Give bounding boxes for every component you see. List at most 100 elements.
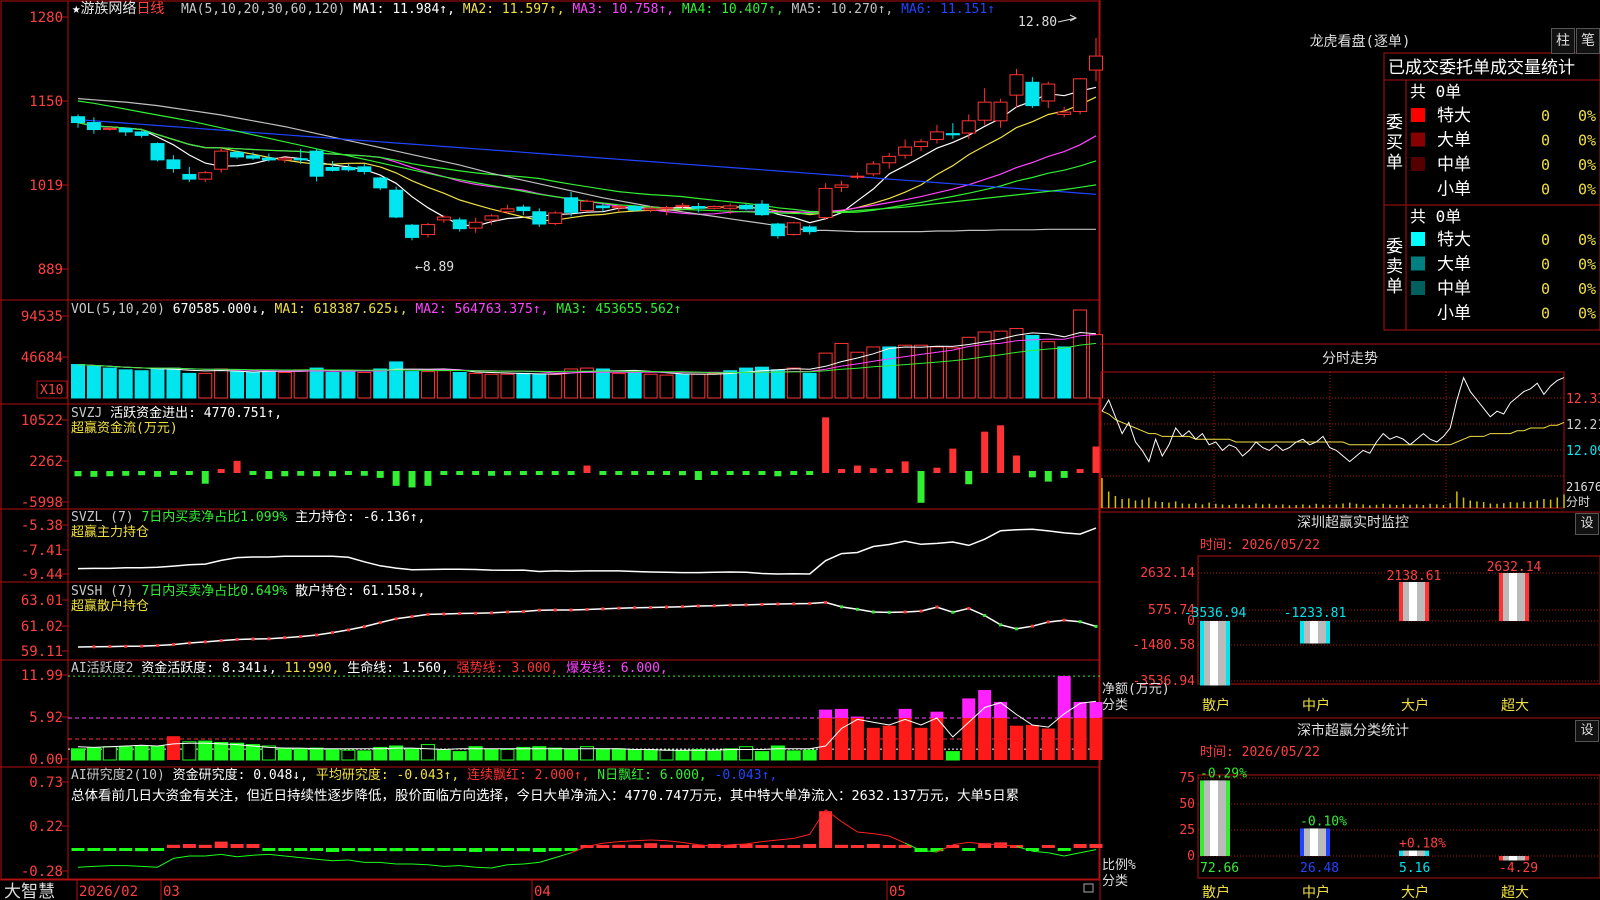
activity-bar[interactable] bbox=[564, 749, 579, 761]
flow-bar[interactable] bbox=[138, 471, 146, 476]
research-bar[interactable] bbox=[675, 845, 689, 848]
flow-bar[interactable] bbox=[185, 471, 193, 475]
volume-bar[interactable] bbox=[882, 346, 897, 399]
volume-bar[interactable] bbox=[405, 371, 420, 399]
flow-bar[interactable] bbox=[408, 471, 416, 488]
activity-bar[interactable] bbox=[786, 750, 801, 761]
candle-body[interactable] bbox=[532, 211, 547, 225]
candle-body[interactable] bbox=[659, 207, 674, 210]
candle-body[interactable] bbox=[389, 189, 404, 218]
flow-bar[interactable] bbox=[949, 448, 957, 473]
flow-bar[interactable] bbox=[344, 471, 352, 475]
activity-bar-top[interactable] bbox=[819, 709, 833, 718]
research-bar[interactable] bbox=[548, 848, 562, 852]
volume-bar[interactable] bbox=[71, 364, 85, 399]
activity-bar[interactable] bbox=[309, 747, 324, 761]
volume-bar[interactable] bbox=[548, 373, 563, 399]
research-bar[interactable] bbox=[453, 848, 467, 851]
volume-bar[interactable] bbox=[945, 347, 960, 399]
research-bar[interactable] bbox=[373, 848, 387, 851]
volume-bar[interactable] bbox=[993, 330, 1008, 399]
candle-body[interactable] bbox=[595, 205, 610, 209]
flow-bar[interactable] bbox=[90, 471, 98, 477]
flow-bar[interactable] bbox=[631, 471, 639, 475]
activity-bar[interactable] bbox=[1089, 718, 1103, 760]
flow-bar[interactable] bbox=[981, 431, 989, 473]
candle-body[interactable] bbox=[341, 166, 356, 171]
flow-bar[interactable] bbox=[710, 471, 718, 475]
flow-bar[interactable] bbox=[742, 471, 750, 475]
volume-bar[interactable] bbox=[277, 371, 292, 399]
activity-bar[interactable] bbox=[739, 746, 754, 761]
volume-bar[interactable] bbox=[1025, 335, 1040, 399]
flow-bar[interactable] bbox=[774, 471, 782, 477]
candle-body[interactable] bbox=[86, 122, 101, 131]
volume-bar[interactable] bbox=[818, 352, 833, 399]
research-bar[interactable] bbox=[835, 844, 848, 848]
flow-bar[interactable] bbox=[551, 471, 559, 475]
candle-body[interactable] bbox=[1041, 83, 1056, 102]
candle-body[interactable] bbox=[961, 120, 976, 134]
activity-bar[interactable] bbox=[930, 718, 944, 760]
volume-bar[interactable] bbox=[786, 367, 801, 399]
research-bar[interactable] bbox=[1057, 848, 1071, 851]
monitor-bar-散户[interactable] bbox=[1200, 621, 1230, 686]
flow-bar[interactable] bbox=[313, 471, 321, 477]
candle-body[interactable] bbox=[548, 212, 563, 224]
volume-bar[interactable] bbox=[723, 370, 738, 399]
candle-body[interactable] bbox=[786, 222, 801, 236]
volume-bar[interactable] bbox=[198, 372, 213, 399]
candle-body[interactable] bbox=[611, 206, 626, 209]
research-bar[interactable] bbox=[962, 848, 976, 851]
activity-bar[interactable] bbox=[850, 718, 864, 760]
activity-bar[interactable] bbox=[866, 727, 880, 760]
flow-bar[interactable] bbox=[997, 425, 1005, 473]
research-bar[interactable] bbox=[755, 845, 769, 848]
flow-bar[interactable] bbox=[201, 471, 209, 484]
flow-bar[interactable] bbox=[472, 471, 480, 475]
volume-bar[interactable] bbox=[341, 370, 356, 399]
candle-body[interactable] bbox=[452, 219, 467, 230]
research-bar[interactable] bbox=[389, 848, 403, 852]
activity-bar-top[interactable] bbox=[850, 716, 864, 718]
monitor-bar-大户[interactable] bbox=[1399, 582, 1429, 621]
candle-body[interactable] bbox=[230, 151, 245, 158]
activity-bar[interactable] bbox=[611, 748, 626, 761]
candle-body[interactable] bbox=[739, 204, 754, 210]
class-bar-散户[interactable] bbox=[1200, 780, 1230, 856]
research-bar[interactable] bbox=[437, 848, 451, 851]
volume-bar[interactable] bbox=[834, 342, 849, 399]
flow-bar[interactable] bbox=[440, 471, 448, 475]
candle-body[interactable] bbox=[150, 143, 165, 161]
research-bar[interactable] bbox=[198, 844, 212, 848]
volume-bar[interactable] bbox=[707, 372, 722, 399]
flow-bar[interactable] bbox=[424, 471, 432, 486]
candle-body[interactable] bbox=[929, 131, 944, 140]
volume-bar[interactable] bbox=[627, 371, 642, 399]
flow-bar[interactable] bbox=[74, 471, 82, 477]
research-bar[interactable] bbox=[500, 848, 514, 851]
activity-bar-top[interactable] bbox=[835, 708, 848, 718]
volume-bar[interactable] bbox=[595, 368, 610, 399]
activity-bar[interactable] bbox=[134, 745, 149, 761]
activity-bar[interactable] bbox=[182, 741, 197, 761]
activity-bar[interactable] bbox=[675, 750, 690, 761]
candle-body[interactable] bbox=[675, 204, 690, 208]
research-bar[interactable] bbox=[421, 848, 435, 851]
volume-bar[interactable] bbox=[1041, 341, 1056, 399]
research-bar[interactable] bbox=[1041, 845, 1055, 848]
flow-bar[interactable] bbox=[360, 471, 368, 476]
research-bar[interactable] bbox=[469, 848, 483, 852]
research-bar[interactable] bbox=[182, 844, 196, 848]
activity-bar[interactable] bbox=[277, 747, 292, 761]
research-bar[interactable] bbox=[310, 848, 324, 851]
class-bar-超大[interactable] bbox=[1499, 856, 1529, 861]
candle-body[interactable] bbox=[118, 127, 133, 133]
research-bar[interactable] bbox=[151, 848, 165, 851]
activity-bar[interactable] bbox=[341, 749, 356, 761]
volume-bar[interactable] bbox=[675, 373, 690, 399]
volume-bar[interactable] bbox=[245, 371, 260, 399]
volume-bar[interactable] bbox=[1057, 346, 1072, 399]
research-bar[interactable] bbox=[485, 848, 499, 852]
flow-bar[interactable] bbox=[1076, 469, 1084, 473]
